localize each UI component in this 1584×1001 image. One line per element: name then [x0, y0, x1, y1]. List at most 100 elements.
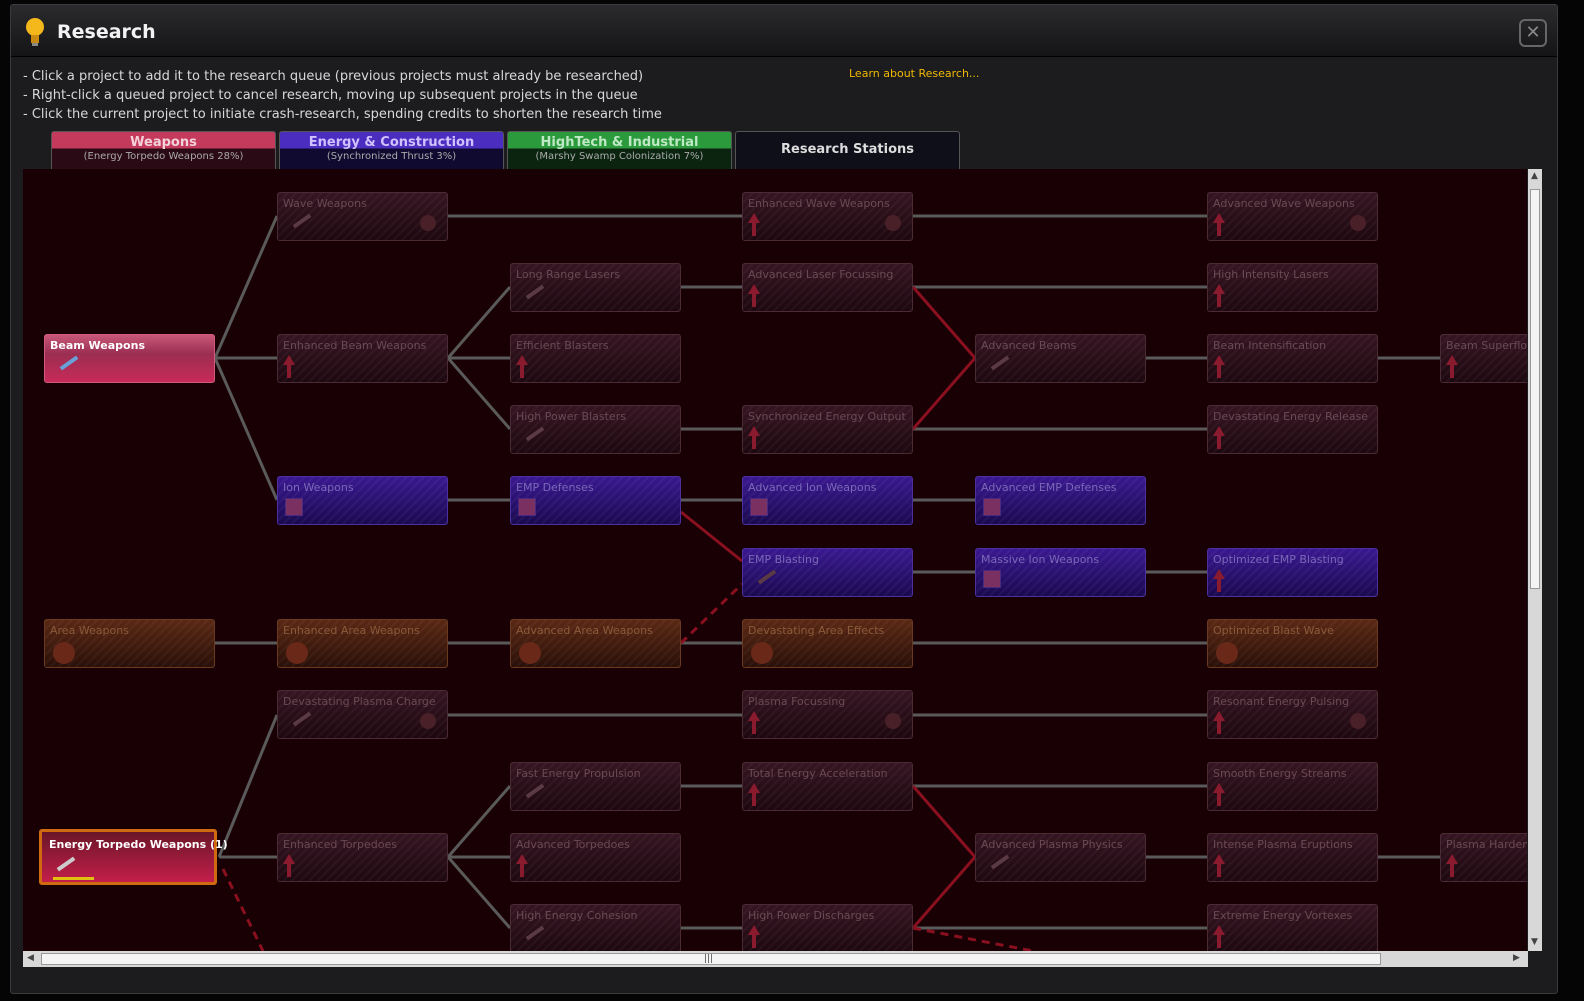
node-fast-energy-propulsion[interactable]: Fast Energy Propulsion	[510, 762, 681, 811]
beam-gun-icon	[59, 355, 79, 371]
node-optimized-blast-wave[interactable]: Optimized Blast Wave	[1207, 619, 1378, 668]
node-wave-weapons[interactable]: Wave Weapons	[277, 192, 448, 241]
node-label: Area Weapons	[50, 624, 129, 637]
node-advanced-beams[interactable]: Advanced Beams	[975, 334, 1146, 383]
blaster-icon	[525, 426, 545, 442]
blast-icon	[286, 642, 308, 664]
node-efficient-blasters[interactable]: Efficient Blasters	[510, 334, 681, 383]
upgrade-arrow-stem	[752, 293, 756, 307]
node-synchronized-energy-output[interactable]: Synchronized Energy Output	[742, 405, 913, 454]
upgrade-arrow-stem	[1217, 934, 1221, 948]
node-label: Efficient Blasters	[516, 339, 609, 352]
node-enhanced-area-weapons[interactable]: Enhanced Area Weapons	[277, 619, 448, 668]
tab-label: Weapons	[130, 135, 197, 150]
instruction-line: - Right-click a queued project to cancel…	[23, 88, 638, 103]
node-intense-plasma-eruptions[interactable]: Intense Plasma Eruptions	[1207, 833, 1378, 882]
node-energy-torpedo-weapons[interactable]: Energy Torpedo Weapons (1)	[39, 829, 228, 885]
node-devastating-area-effects[interactable]: Devastating Area Effects	[742, 619, 913, 668]
node-label: Total Energy Acceleration	[748, 767, 888, 780]
blast-icon	[1216, 642, 1238, 664]
node-extreme-energy-vortexes[interactable]: Extreme Energy Vortexes	[1207, 904, 1378, 951]
node-label: Advanced Beams	[981, 339, 1077, 352]
node-beam-weapons[interactable]: Beam Weapons	[44, 334, 215, 383]
upgrade-arrow-stem	[520, 863, 524, 877]
blast-icon	[53, 642, 75, 664]
node-label: EMP Defenses	[516, 481, 594, 494]
node-advanced-ion-weapons[interactable]: Advanced Ion Weapons	[742, 476, 913, 525]
laser-icon	[525, 284, 545, 300]
node-resonant-energy-pulsing[interactable]: Resonant Energy Pulsing	[1207, 690, 1378, 739]
node-label: Plasma Focussing	[748, 695, 846, 708]
node-beam-intensification[interactable]: Beam Intensification	[1207, 334, 1378, 383]
upgrade-arrow-stem	[1217, 863, 1221, 877]
node-emp-blasting[interactable]: EMP Blasting	[742, 548, 913, 597]
node-massive-ion-weapons[interactable]: Massive Ion Weapons	[975, 548, 1146, 597]
node-label: Smooth Energy Streams	[1213, 767, 1347, 780]
node-advanced-wave-weapons[interactable]: Advanced Wave Weapons	[1207, 192, 1378, 241]
scroll-up-icon[interactable]: ▲	[1531, 171, 1538, 181]
vertical-scroll-thumb[interactable]	[1530, 189, 1540, 589]
node-label: Optimized EMP Blasting	[1213, 553, 1344, 566]
node-beam-superflow[interactable]: Beam Superflow	[1440, 334, 1527, 383]
node-advanced-torpedoes[interactable]: Advanced Torpedoes	[510, 833, 681, 882]
title-bar[interactable]: Research ✕	[11, 5, 1557, 57]
node-plasma-focussing[interactable]: Plasma Focussing	[742, 690, 913, 739]
research-tree-panel: Wave Weapons Enhanced Wave Weapons Advan…	[23, 169, 1527, 951]
node-optimized-emp-blasting[interactable]: Optimized EMP Blasting	[1207, 548, 1378, 597]
node-label: Synchronized Energy Output	[748, 410, 906, 423]
node-high-energy-cohesion[interactable]: High Energy Cohesion	[510, 904, 681, 951]
tab-sublabel: (Marshy Swamp Colonization 7%)	[535, 151, 704, 162]
upgrade-arrow-stem	[1217, 578, 1221, 592]
tab-research-stations[interactable]: Research Stations	[735, 131, 960, 169]
tab-weapons[interactable]: Weapons (Energy Torpedo Weapons 28%)	[51, 131, 276, 169]
creature-icon	[885, 215, 901, 231]
upgrade-arrow-stem	[752, 435, 756, 449]
node-smooth-energy-streams[interactable]: Smooth Energy Streams	[1207, 762, 1378, 811]
blast-icon	[519, 642, 541, 664]
node-devastating-energy-release[interactable]: Devastating Energy Release	[1207, 405, 1378, 454]
node-plasma-hardening[interactable]: Plasma Hardening	[1440, 833, 1527, 882]
close-button[interactable]: ✕	[1519, 19, 1547, 47]
node-enhanced-beam-weapons[interactable]: Enhanced Beam Weapons	[277, 334, 448, 383]
tab-hightech-industrial[interactable]: HighTech & Industrial (Marshy Swamp Colo…	[507, 131, 732, 169]
node-label: Beam Superflow	[1446, 339, 1527, 352]
emp-icon	[757, 569, 777, 585]
node-label: Devastating Energy Release	[1213, 410, 1369, 423]
node-label: Advanced Ion Weapons	[748, 481, 877, 494]
tab-label: Energy & Construction	[308, 135, 475, 150]
node-high-power-discharges[interactable]: High Power Discharges	[742, 904, 913, 951]
node-area-weapons[interactable]: Area Weapons	[44, 619, 215, 668]
node-enhanced-torpedoes[interactable]: Enhanced Torpedoes	[277, 833, 448, 882]
creature-icon	[420, 713, 436, 729]
horizontal-scroll-thumb[interactable]: |||	[41, 953, 1381, 965]
scroll-left-icon[interactable]: ◀	[27, 953, 34, 963]
creature-icon	[420, 215, 436, 231]
node-enhanced-wave-weapons[interactable]: Enhanced Wave Weapons	[742, 192, 913, 241]
node-advanced-area-weapons[interactable]: Advanced Area Weapons	[510, 619, 681, 668]
node-label: Advanced Plasma Physics	[981, 838, 1123, 851]
tab-label: HighTech & Industrial	[540, 135, 699, 150]
scroll-right-icon[interactable]: ▶	[1513, 953, 1520, 963]
node-label: Extreme Energy Vortexes	[1213, 909, 1353, 922]
node-label: Intense Plasma Eruptions	[1213, 838, 1353, 851]
node-label: Beam Weapons	[50, 339, 145, 352]
scroll-down-icon[interactable]: ▼	[1531, 937, 1538, 947]
creature-icon	[1350, 713, 1366, 729]
learn-about-research-link[interactable]: Learn about Research...	[849, 67, 979, 80]
node-emp-defenses[interactable]: EMP Defenses	[510, 476, 681, 525]
node-advanced-laser-focussing[interactable]: Advanced Laser Focussing	[742, 263, 913, 312]
tab-energy-construction[interactable]: Energy & Construction (Synchronized Thru…	[279, 131, 504, 169]
node-label: Devastating Plasma Charge	[283, 695, 436, 708]
node-ion-weapons[interactable]: Ion Weapons	[277, 476, 448, 525]
node-label: Ion Weapons	[283, 481, 354, 494]
upgrade-arrow-stem	[752, 934, 756, 948]
node-long-range-lasers[interactable]: Long Range Lasers	[510, 263, 681, 312]
upgrade-arrow-stem	[752, 222, 756, 236]
node-high-power-blasters[interactable]: High Power Blasters	[510, 405, 681, 454]
node-devastating-plasma-charge[interactable]: Devastating Plasma Charge	[277, 690, 448, 739]
node-high-intensity-lasers[interactable]: High Intensity Lasers	[1207, 263, 1378, 312]
node-advanced-emp-defenses[interactable]: Advanced EMP Defenses	[975, 476, 1146, 525]
node-total-energy-acceleration[interactable]: Total Energy Acceleration	[742, 762, 913, 811]
node-advanced-plasma-physics[interactable]: Advanced Plasma Physics	[975, 833, 1146, 882]
node-label: Optimized Blast Wave	[1213, 624, 1334, 637]
